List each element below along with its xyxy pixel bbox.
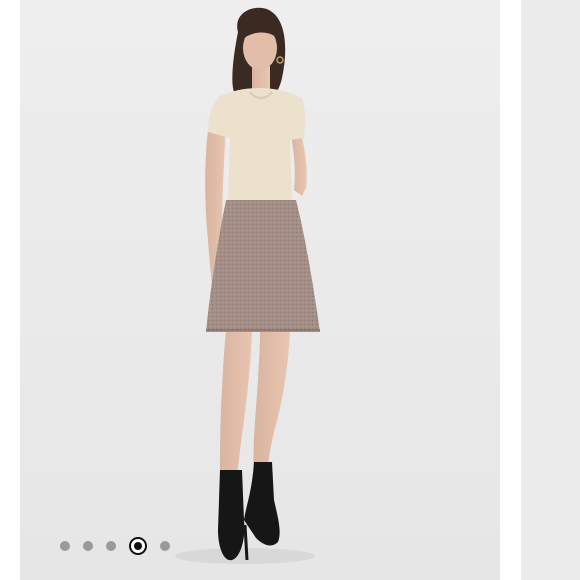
carousel-dot-4-active[interactable] xyxy=(129,537,147,555)
carousel-dot-2[interactable] xyxy=(83,541,93,551)
carousel-slide-current[interactable] xyxy=(20,0,500,580)
carousel-pagination xyxy=(60,536,183,556)
carousel-dot-5[interactable] xyxy=(160,541,170,551)
model-photo-icon xyxy=(20,0,500,580)
carousel-dot-1[interactable] xyxy=(60,541,70,551)
carousel-dot-3[interactable] xyxy=(106,541,116,551)
carousel-slide-next-peek[interactable] xyxy=(521,0,580,580)
image-carousel[interactable] xyxy=(0,0,580,580)
